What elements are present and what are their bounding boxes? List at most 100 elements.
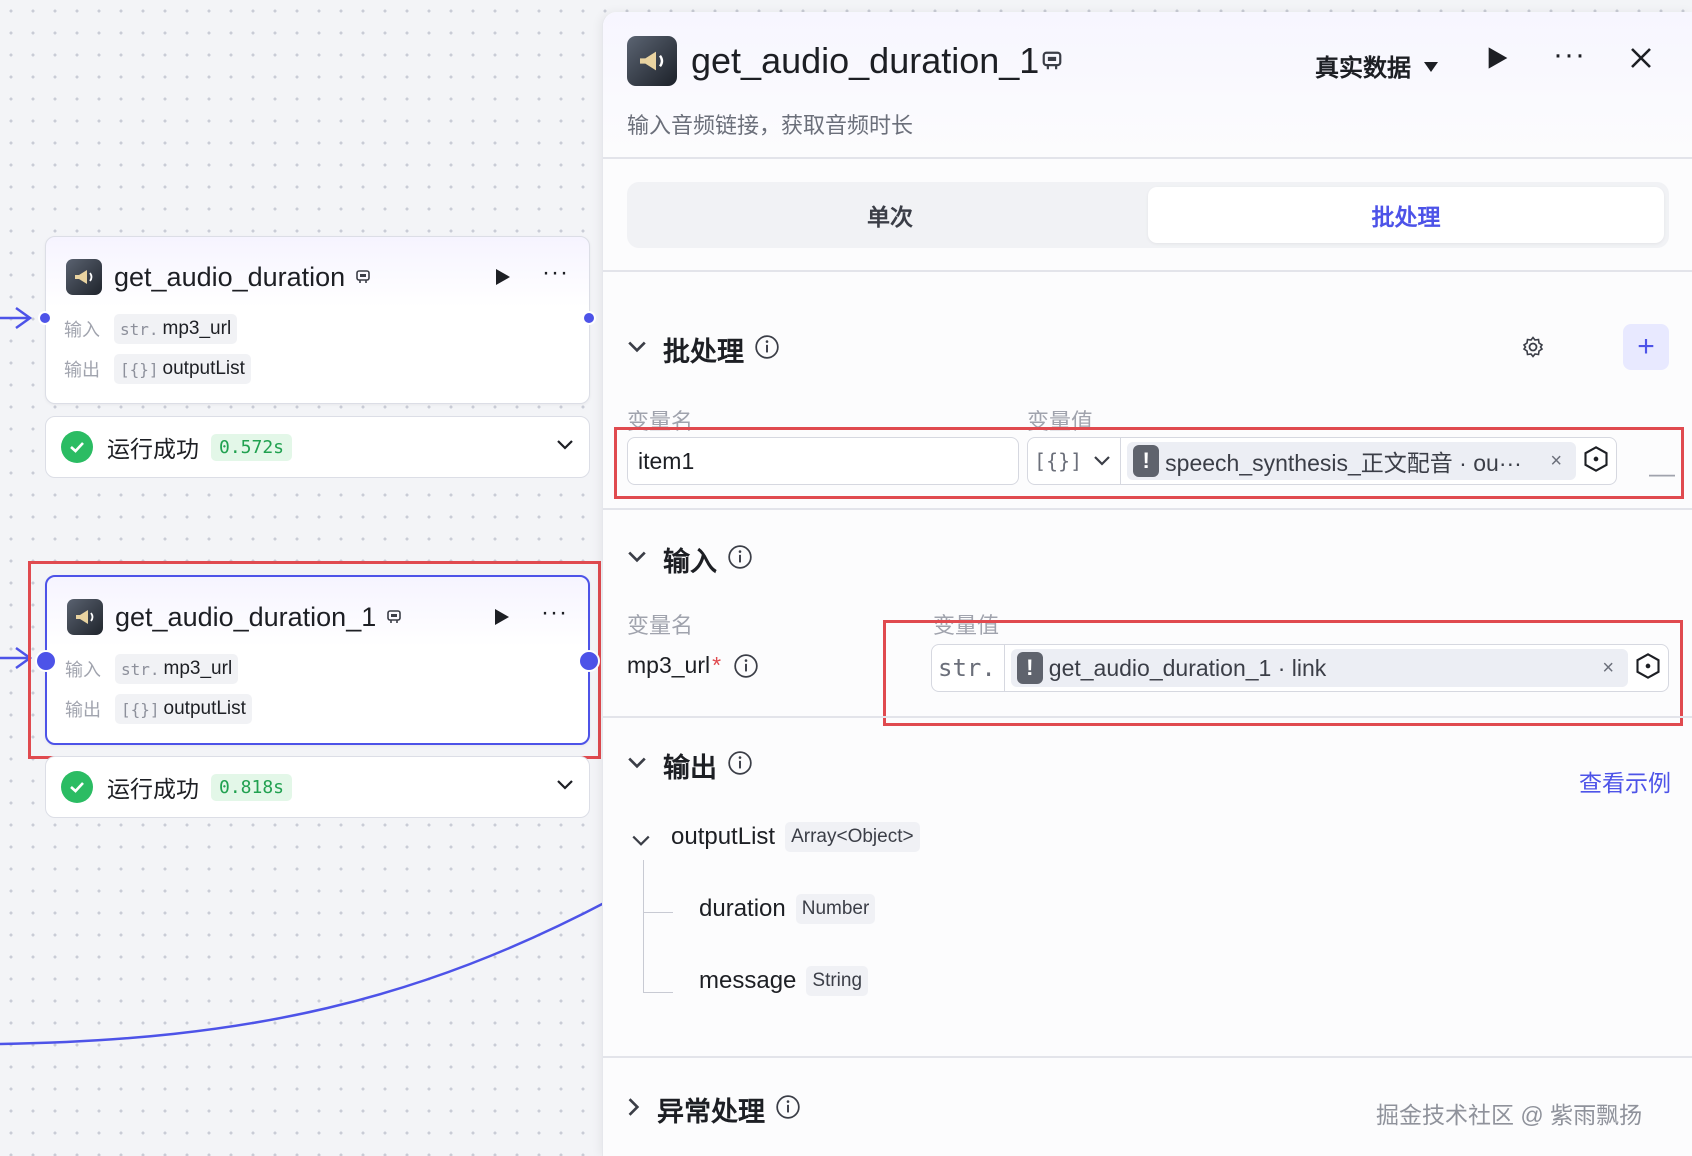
divider bbox=[603, 1056, 1692, 1058]
edge-curve bbox=[0, 898, 610, 1046]
node-config-panel: get_audio_duration_1 真实数据 ··· 输入音频链接，获取音… bbox=[602, 12, 1692, 1156]
output-label: 输出 bbox=[65, 700, 101, 720]
output-chip: [{}] outputList bbox=[115, 694, 252, 724]
info-icon[interactable] bbox=[727, 750, 753, 781]
panel-title: get_audio_duration_1 bbox=[691, 40, 1040, 81]
chevron-down-icon[interactable] bbox=[556, 778, 574, 796]
plugin-icon bbox=[1041, 50, 1063, 77]
more-icon[interactable]: ··· bbox=[1553, 38, 1586, 72]
highlight-box-batch bbox=[614, 427, 1684, 499]
info-icon[interactable] bbox=[754, 334, 780, 365]
output-type: String bbox=[806, 966, 869, 996]
output-type: Array<Object> bbox=[785, 822, 920, 852]
output-type: [{}] bbox=[121, 699, 160, 719]
more-icon[interactable]: ··· bbox=[542, 261, 569, 285]
run-status-node2[interactable]: 运行成功 0.818s bbox=[45, 756, 590, 818]
output-name: duration bbox=[699, 895, 786, 922]
input-port[interactable] bbox=[38, 311, 52, 325]
info-icon[interactable] bbox=[727, 544, 753, 575]
divider bbox=[603, 157, 1692, 159]
workflow-node-get-audio-duration-1[interactable]: get_audio_duration_1 ··· 输入 str. mp3_url… bbox=[45, 575, 590, 745]
data-mode-select[interactable]: 真实数据 bbox=[1315, 48, 1439, 83]
input-value: mp3_url bbox=[162, 318, 232, 339]
run-status-node1[interactable]: 运行成功 0.572s bbox=[45, 416, 590, 478]
output-port[interactable] bbox=[582, 311, 596, 325]
input-chip: str. mp3_url bbox=[115, 654, 239, 684]
chevron-down-icon[interactable] bbox=[627, 756, 647, 775]
plugin-icon bbox=[386, 609, 402, 625]
input-var-name: mp3_url * bbox=[627, 652, 759, 679]
megaphone-icon bbox=[66, 259, 102, 295]
status-time: 0.572s bbox=[211, 433, 293, 461]
gear-icon[interactable] bbox=[1521, 335, 1545, 364]
chevron-down-icon[interactable] bbox=[627, 550, 647, 569]
status-time: 0.818s bbox=[211, 773, 293, 801]
run-node-icon[interactable] bbox=[491, 606, 513, 628]
output-section-header[interactable]: 输出 bbox=[627, 746, 753, 785]
input-type: str. bbox=[121, 659, 160, 679]
input-title: 输入 bbox=[663, 547, 717, 577]
error-title: 异常处理 bbox=[657, 1097, 765, 1127]
input-label: 输入 bbox=[65, 660, 101, 680]
info-icon[interactable] bbox=[733, 653, 759, 679]
workflow-node-get-audio-duration[interactable]: get_audio_duration ··· 输入 str. mp3_url 输… bbox=[45, 236, 590, 404]
caret-down-icon bbox=[1423, 52, 1439, 80]
input-value: mp3_url bbox=[163, 658, 233, 679]
status-text: 运行成功 bbox=[107, 776, 199, 802]
watermark: 掘金技术社区 @ 紫雨飘扬 bbox=[1376, 1102, 1643, 1128]
data-mode-label: 真实数据 bbox=[1315, 55, 1411, 82]
divider bbox=[603, 716, 1692, 718]
output-title: 输出 bbox=[663, 753, 717, 783]
success-icon bbox=[61, 771, 93, 803]
output-name: outputList bbox=[671, 823, 776, 850]
output-tree-item: outputList Array<Object> bbox=[671, 822, 920, 852]
output-tree-item: message String bbox=[699, 966, 869, 996]
input-col-name: 变量名 bbox=[627, 613, 694, 638]
run-mode-tabs: 单次 批处理 bbox=[627, 182, 1669, 248]
required-mark: * bbox=[712, 652, 722, 678]
chevron-right-icon[interactable] bbox=[627, 1097, 641, 1122]
view-example-link[interactable]: 查看示例 bbox=[1579, 764, 1671, 798]
tree-connector bbox=[643, 912, 673, 913]
run-icon[interactable] bbox=[1487, 46, 1509, 75]
node-title: get_audio_duration bbox=[114, 261, 346, 292]
output-port[interactable] bbox=[578, 650, 600, 672]
divider bbox=[603, 270, 1692, 272]
run-node-icon[interactable] bbox=[492, 266, 514, 288]
more-icon[interactable]: ··· bbox=[541, 601, 568, 625]
input-port[interactable] bbox=[35, 650, 57, 672]
chevron-down-icon[interactable] bbox=[556, 438, 574, 456]
batch-section-header[interactable]: 批处理 bbox=[627, 330, 780, 369]
panel-description: 输入音频链接，获取音频时长 bbox=[627, 113, 914, 138]
output-value: outputList bbox=[162, 358, 245, 379]
input-label: 输入 bbox=[64, 320, 100, 340]
batch-title: 批处理 bbox=[663, 337, 744, 367]
output-chip: [{}] outputList bbox=[114, 354, 251, 384]
workflow-canvas[interactable]: get_audio_duration ··· 输入 str. mp3_url 输… bbox=[0, 0, 610, 1156]
input-section-header[interactable]: 输入 bbox=[627, 540, 753, 579]
output-value: outputList bbox=[163, 698, 246, 719]
output-name: message bbox=[699, 967, 797, 994]
chevron-down-icon[interactable] bbox=[631, 834, 651, 853]
info-icon[interactable] bbox=[775, 1094, 801, 1125]
error-section-header[interactable]: 异常处理 bbox=[627, 1090, 801, 1129]
node-title: get_audio_duration_1 bbox=[115, 601, 377, 632]
plugin-icon bbox=[355, 269, 371, 285]
tab-single[interactable]: 单次 bbox=[632, 187, 1148, 243]
output-type: [{}] bbox=[120, 359, 159, 379]
highlight-box-input bbox=[883, 620, 1683, 726]
tab-batch[interactable]: 批处理 bbox=[1148, 187, 1664, 243]
tree-connector bbox=[643, 860, 644, 992]
output-tree-item: duration Number bbox=[699, 894, 876, 924]
panel-header: get_audio_duration_1 真实数据 ··· 输入音频链接，获取音… bbox=[603, 12, 1692, 157]
megaphone-icon bbox=[67, 599, 103, 635]
add-batch-variable-button[interactable]: + bbox=[1623, 324, 1669, 370]
divider bbox=[603, 508, 1692, 510]
input-var-name-text: mp3_url bbox=[627, 652, 711, 678]
chevron-down-icon[interactable] bbox=[627, 340, 647, 359]
output-type: Number bbox=[795, 894, 876, 924]
input-chip: str. mp3_url bbox=[114, 314, 238, 344]
close-icon[interactable] bbox=[1629, 46, 1653, 75]
status-text: 运行成功 bbox=[107, 436, 199, 462]
output-label: 输出 bbox=[64, 360, 100, 380]
